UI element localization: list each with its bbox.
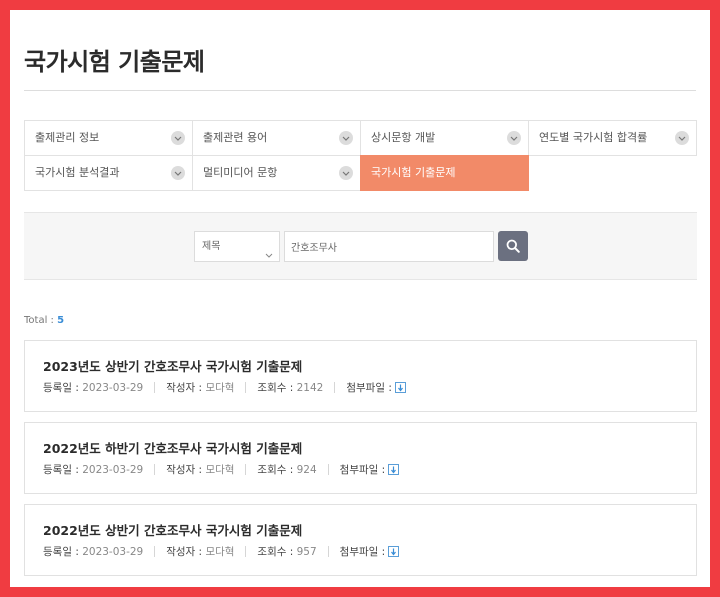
- meta-divider: [245, 464, 247, 475]
- menu-item-label: 연도별 국가시험 합격률: [539, 131, 648, 144]
- menu-item-exam-terms[interactable]: 출제관련 용어: [192, 120, 361, 156]
- chevron-down-icon: [265, 241, 273, 270]
- page-title: 국가시험 기출문제: [24, 48, 205, 76]
- menu-item-label: 국가시험 분석결과: [35, 166, 120, 179]
- post-title[interactable]: 2023년도 상반기 간호조무사 국가시험 기출문제: [43, 356, 302, 375]
- meta-divider: [327, 546, 329, 557]
- chevron-down-icon: [507, 131, 521, 145]
- total-count: Total : 5: [24, 315, 64, 326]
- author-label: 작성자 :: [166, 464, 203, 476]
- menu-item-exam-management-info[interactable]: 출제관리 정보: [24, 120, 193, 156]
- menu-item-label: 출제관련 용어: [203, 131, 268, 144]
- date-value: 2023-03-29: [82, 381, 144, 394]
- search-field-select-value: 제목: [202, 241, 221, 252]
- meta-divider: [245, 382, 247, 393]
- post-item[interactable]: 2023년도 상반기 간호조무사 국가시험 기출문제 등록일 : 2023-03…: [24, 340, 697, 412]
- date-value: 2023-03-29: [82, 545, 144, 558]
- meta-divider: [245, 546, 247, 557]
- views-value: 924: [296, 463, 317, 476]
- views-label: 조회수 :: [257, 382, 294, 394]
- date-label: 등록일 :: [43, 464, 79, 476]
- menu-item-label: 상시문항 개발: [371, 131, 436, 144]
- post-title[interactable]: 2022년도 상반기 간호조무사 국가시험 기출문제: [43, 520, 302, 539]
- total-number: 5: [57, 315, 65, 326]
- views-label: 조회수 :: [257, 464, 294, 476]
- page-frame: 국가시험 기출문제 출제관리 정보 출제관련 용어 상시문항 개발 연도별 국가…: [10, 10, 710, 587]
- post-meta: 등록일 : 2023-03-29 작성자 : 모다혁 조회수 : 2142 첨부…: [43, 380, 406, 395]
- author-value: 모다혁: [205, 464, 235, 476]
- menu-item-label: 멀티미디어 문항: [203, 166, 278, 179]
- search-input[interactable]: [284, 231, 494, 262]
- meta-divider: [334, 382, 336, 393]
- post-item[interactable]: 2022년도 하반기 간호조무사 국가시험 기출문제 등록일 : 2023-03…: [24, 422, 697, 494]
- views-value: 957: [296, 545, 317, 558]
- date-value: 2023-03-29: [82, 463, 144, 476]
- author-value: 모다혁: [205, 382, 235, 394]
- menu-item-pass-rate-by-year[interactable]: 연도별 국가시험 합격률: [528, 120, 697, 156]
- download-icon[interactable]: [388, 464, 400, 475]
- menu-item-analysis-results[interactable]: 국가시험 분석결과: [24, 155, 193, 191]
- search-field-select[interactable]: 제목: [194, 231, 280, 262]
- post-meta: 등록일 : 2023-03-29 작성자 : 모다혁 조회수 : 957 첨부파…: [43, 544, 400, 559]
- chevron-down-icon: [171, 131, 185, 145]
- chevron-down-icon: [675, 131, 689, 145]
- search-icon: [506, 239, 520, 253]
- attachment-label: 첨부파일 :: [339, 546, 386, 558]
- attachment-label: 첨부파일 :: [339, 464, 386, 476]
- views-label: 조회수 :: [257, 546, 294, 558]
- date-label: 등록일 :: [43, 546, 79, 558]
- author-label: 작성자 :: [166, 382, 203, 394]
- search-area: 제목: [24, 212, 697, 280]
- menu-item-multimedia-items[interactable]: 멀티미디어 문항: [192, 155, 361, 191]
- menu-item-item-development[interactable]: 상시문항 개발: [360, 120, 529, 156]
- meta-divider: [154, 464, 156, 475]
- search-button[interactable]: [498, 231, 528, 261]
- attachment-label: 첨부파일 :: [346, 382, 392, 394]
- title-divider: [24, 90, 696, 91]
- post-item[interactable]: 2022년도 상반기 간호조무사 국가시험 기출문제 등록일 : 2023-03…: [24, 504, 697, 576]
- author-label: 작성자 :: [166, 546, 203, 558]
- chevron-down-icon: [339, 166, 353, 180]
- download-icon[interactable]: [388, 546, 400, 557]
- chevron-down-icon: [339, 131, 353, 145]
- sub-menu-grid: 출제관리 정보 출제관련 용어 상시문항 개발 연도별 국가시험 합격률 국가시…: [24, 120, 697, 192]
- menu-item-label: 국가시험 기출문제: [371, 166, 456, 179]
- menu-item-past-exams[interactable]: 국가시험 기출문제: [360, 155, 529, 191]
- post-title[interactable]: 2022년도 하반기 간호조무사 국가시험 기출문제: [43, 438, 302, 457]
- date-label: 등록일 :: [43, 382, 79, 394]
- meta-divider: [154, 382, 156, 393]
- total-label: Total :: [24, 315, 54, 326]
- post-meta: 등록일 : 2023-03-29 작성자 : 모다혁 조회수 : 924 첨부파…: [43, 462, 400, 477]
- views-value: 2142: [296, 381, 324, 394]
- download-icon[interactable]: [394, 382, 406, 393]
- meta-divider: [154, 546, 156, 557]
- chevron-down-icon: [171, 166, 185, 180]
- meta-divider: [327, 464, 329, 475]
- menu-item-label: 출제관리 정보: [35, 131, 100, 144]
- author-value: 모다혁: [205, 546, 235, 558]
